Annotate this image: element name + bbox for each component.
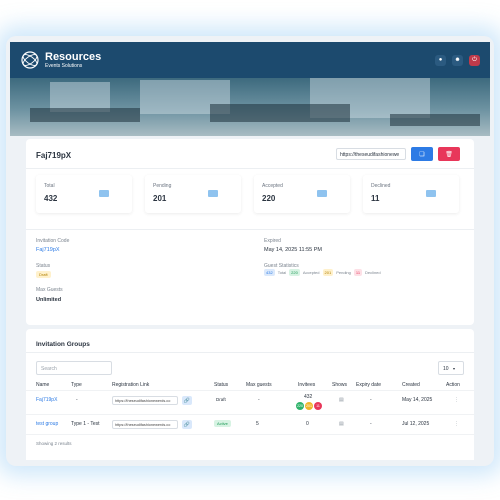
status-label: Status bbox=[36, 263, 51, 269]
topbar-actions: ● ☻ ⏻ bbox=[435, 54, 480, 66]
invitation-card: Faj719pX https://theseudifashionewe ❏ 🗑 … bbox=[26, 139, 474, 325]
shows-icon[interactable]: ▤ bbox=[339, 397, 344, 403]
col-max-guests[interactable]: Max guests bbox=[246, 382, 272, 388]
stat-card-total: Total 432 bbox=[36, 175, 132, 213]
col-created[interactable]: Created bbox=[402, 382, 420, 388]
row-max-guests: 5 bbox=[256, 421, 259, 427]
brand: Resources Events Solutions bbox=[45, 50, 102, 69]
ticket-icon bbox=[208, 190, 218, 197]
gstat-accepted-label: Accepted bbox=[302, 270, 320, 275]
stat-label: Declined bbox=[371, 183, 391, 189]
user-icon[interactable]: ☻ bbox=[452, 54, 463, 66]
gstat-total-num: 432 bbox=[264, 269, 275, 276]
row-invitees: 0 bbox=[306, 421, 309, 427]
copy-icon: ❏ bbox=[419, 151, 425, 158]
col-name[interactable]: Name bbox=[36, 382, 49, 388]
link-icon[interactable]: 🔗 bbox=[182, 396, 192, 405]
chevron-down-icon: ▾ bbox=[452, 366, 455, 371]
stat-label: Total bbox=[44, 183, 55, 189]
row-max-guests: - bbox=[258, 397, 260, 403]
ticket-icon bbox=[317, 190, 327, 197]
stat-card-declined: Declined 11 bbox=[363, 175, 459, 213]
ticket-icon bbox=[99, 190, 109, 197]
divider bbox=[26, 352, 474, 353]
stat-card-pending: Pending 201 bbox=[145, 175, 241, 213]
gstat-accepted-num: 220 bbox=[289, 269, 300, 276]
app-window: Resources Events Solutions ● ☻ ⏻ Faj719p… bbox=[10, 42, 490, 460]
registration-link-field[interactable]: https://theseudifashionewerds.co bbox=[112, 420, 178, 429]
invitation-code-title: Faj719pX bbox=[36, 151, 72, 160]
shows-icon[interactable]: ▤ bbox=[339, 421, 344, 427]
max-guests-label: Max Guests bbox=[36, 287, 63, 293]
row-status: Draft bbox=[216, 397, 226, 402]
col-invitees[interactable]: Invitees bbox=[298, 382, 315, 388]
invitation-code-label: Invitation Code bbox=[36, 238, 70, 244]
row-invitees: 432 bbox=[304, 394, 313, 400]
row-name-link[interactable]: test group bbox=[36, 421, 58, 427]
row-created: Jul 12, 2025 bbox=[402, 421, 430, 427]
more-icon[interactable]: ⋮ bbox=[454, 397, 459, 403]
results-count: Showing 2 results bbox=[36, 441, 72, 446]
power-icon[interactable]: ⏻ bbox=[469, 54, 480, 66]
divider bbox=[26, 414, 474, 415]
row-type: - bbox=[76, 397, 78, 403]
logo-icon bbox=[21, 51, 39, 69]
col-registration-link[interactable]: Registration Link bbox=[112, 382, 149, 388]
expired-label: Expired bbox=[264, 238, 281, 244]
invitation-code-link[interactable]: Faj719pX bbox=[36, 247, 60, 253]
row-status: Active bbox=[214, 420, 231, 427]
brand-subtitle: Events Solutions bbox=[45, 62, 83, 69]
stat-value: 432 bbox=[44, 194, 58, 203]
link-icon[interactable]: 🔗 bbox=[182, 420, 192, 429]
ticket-icon bbox=[426, 190, 436, 197]
registration-link-field[interactable]: https://theseudifashionewerds.co bbox=[112, 396, 178, 405]
stat-value: 11 bbox=[371, 194, 380, 203]
pending-count-dot: 201 bbox=[305, 402, 313, 410]
col-shows[interactable]: Shows bbox=[332, 382, 347, 388]
max-guests-value: Unlimited bbox=[36, 297, 62, 303]
stat-label: Accepted bbox=[262, 183, 283, 189]
divider bbox=[26, 168, 474, 169]
col-action: Action bbox=[446, 382, 460, 388]
search-input[interactable]: Search bbox=[36, 361, 112, 375]
hero-banner-image bbox=[10, 78, 490, 136]
gstat-pending-label: Pending bbox=[336, 270, 351, 275]
divider bbox=[26, 390, 474, 391]
groups-title: Invitation Groups bbox=[36, 341, 90, 348]
trash-icon: 🗑 bbox=[445, 151, 453, 158]
stat-card-accepted: Accepted 220 bbox=[254, 175, 350, 213]
row-created: May 14, 2025 bbox=[402, 397, 433, 403]
expired-value: May 14, 2025 11:55 PM bbox=[264, 247, 322, 253]
row-expiry: - bbox=[370, 421, 372, 427]
divider bbox=[26, 434, 474, 435]
stat-value: 220 bbox=[262, 194, 276, 203]
bell-icon[interactable]: ● bbox=[435, 54, 446, 66]
declined-count-dot: 11 bbox=[314, 402, 322, 410]
col-status[interactable]: Status bbox=[214, 382, 228, 388]
per-page-select[interactable]: 10 ▾ bbox=[438, 361, 464, 375]
col-expiry-date[interactable]: Expiry date bbox=[356, 382, 381, 388]
brand-title: Resources bbox=[45, 50, 102, 63]
copy-link-button[interactable]: ❏ bbox=[411, 147, 433, 161]
gstat-total-label: Total bbox=[277, 270, 287, 275]
guest-stats: 432 Total 220 Accepted 201 Pending 11 De… bbox=[264, 269, 381, 276]
divider bbox=[26, 229, 474, 230]
row-expiry: - bbox=[370, 397, 372, 403]
gstat-declined-num: 11 bbox=[353, 269, 363, 276]
col-type[interactable]: Type bbox=[71, 382, 82, 388]
stat-value: 201 bbox=[153, 194, 167, 203]
stat-label: Pending bbox=[153, 183, 172, 189]
gstat-pending-num: 201 bbox=[322, 269, 334, 276]
per-page-value: 10 bbox=[443, 366, 449, 372]
accepted-count-dot: 220 bbox=[296, 402, 304, 410]
gstat-declined-label: Declined bbox=[365, 270, 381, 275]
invitation-url-field[interactable]: https://theseudifashionewe bbox=[336, 148, 406, 160]
row-type: Type 1 - Test bbox=[71, 421, 100, 427]
row-name-link[interactable]: Faj719pX bbox=[36, 397, 57, 403]
more-icon[interactable]: ⋮ bbox=[454, 421, 459, 427]
top-navbar: Resources Events Solutions ● ☻ ⏻ bbox=[10, 42, 490, 78]
delete-button[interactable]: 🗑 bbox=[438, 147, 460, 161]
invitation-groups-card: Invitation Groups Search 10 ▾ Name Type … bbox=[26, 329, 474, 460]
status-badge: Draft bbox=[36, 271, 51, 278]
